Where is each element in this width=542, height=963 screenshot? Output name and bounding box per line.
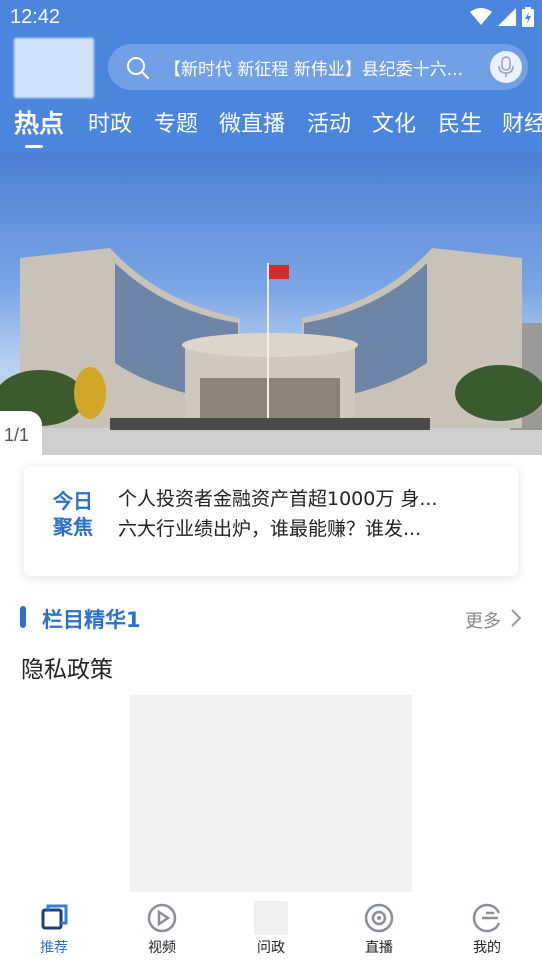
- tab-micro-live[interactable]: 微直播: [219, 106, 285, 138]
- header: 12:42 【新时代 新征程 新伟业】县纪委十六... 热点 时政 专题 微直播…: [0, 0, 542, 153]
- banner-image: [0, 248, 542, 455]
- nav-recommend[interactable]: 推荐: [19, 901, 89, 957]
- app-logo: [14, 38, 94, 98]
- status-icons: [470, 7, 534, 27]
- nav-label: 我的: [473, 940, 501, 956]
- voice-search-button[interactable]: [490, 51, 522, 83]
- nav-label: 视频: [148, 940, 176, 956]
- recommend-icon: [41, 904, 68, 930]
- tab-hot[interactable]: 热点: [14, 106, 64, 140]
- focus-label-line1: 今日: [53, 489, 93, 513]
- live-icon: [364, 903, 394, 933]
- bottom-nav: 推荐 视频 问政 直播 我的: [0, 895, 542, 963]
- section-accent-bar: [20, 606, 26, 628]
- tab-culture[interactable]: 文化: [372, 106, 416, 138]
- today-focus-card: 今日 聚焦 个人投资者金融资产首超1000万 身... 六大行业绩出炉，谁最能赚…: [24, 466, 518, 576]
- status-time: 12:42: [10, 6, 61, 28]
- wifi-icon: [470, 8, 492, 25]
- video-icon: [147, 903, 177, 933]
- nav-profile[interactable]: 我的: [452, 901, 522, 957]
- tab-politics[interactable]: 时政: [88, 106, 132, 138]
- search-bar[interactable]: 【新时代 新征程 新伟业】县纪委十六...: [108, 44, 528, 90]
- tab-topics[interactable]: 专题: [154, 106, 198, 138]
- banner-counter: 1/1: [0, 411, 42, 455]
- nav-label: 推荐: [40, 940, 68, 956]
- focus-label-line2: 聚焦: [53, 515, 93, 539]
- article-image-placeholder[interactable]: [130, 695, 412, 892]
- banner-carousel[interactable]: [0, 153, 542, 455]
- nav-label: 问政: [257, 940, 285, 956]
- search-text: 【新时代 新征程 新伟业】县纪委十六...: [164, 60, 464, 80]
- signal-icon: [498, 8, 516, 26]
- profile-icon: [472, 903, 501, 933]
- tab-livelihood[interactable]: 民生: [438, 106, 482, 138]
- status-bar: 12:42: [0, 0, 542, 36]
- microphone-icon: [498, 56, 514, 77]
- focus-headline[interactable]: 个人投资者金融资产首超1000万 身...: [118, 484, 478, 511]
- nav-live[interactable]: 直播: [344, 901, 414, 957]
- focus-headline[interactable]: 六大行业绩出炉，谁最能赚？谁发...: [118, 514, 478, 541]
- inquiry-icon: [254, 901, 288, 935]
- active-tab-indicator: [25, 145, 43, 148]
- category-tabs: 热点 时政 专题 微直播 活动 文化 民生 财经: [0, 106, 542, 146]
- section-title: 栏目精华1: [42, 608, 141, 632]
- more-link[interactable]: 更多: [465, 607, 501, 633]
- article-title[interactable]: 隐私政策: [21, 650, 113, 684]
- search-icon: [127, 57, 149, 79]
- tab-activities[interactable]: 活动: [307, 106, 351, 138]
- focus-label: 今日 聚焦: [48, 488, 98, 540]
- chevron-right-icon[interactable]: [510, 608, 522, 628]
- nav-inquiry[interactable]: 问政: [236, 901, 306, 957]
- nav-video[interactable]: 视频: [127, 901, 197, 957]
- battery-icon: [522, 7, 534, 27]
- nav-label: 直播: [365, 940, 393, 956]
- tab-finance[interactable]: 财经: [502, 106, 542, 138]
